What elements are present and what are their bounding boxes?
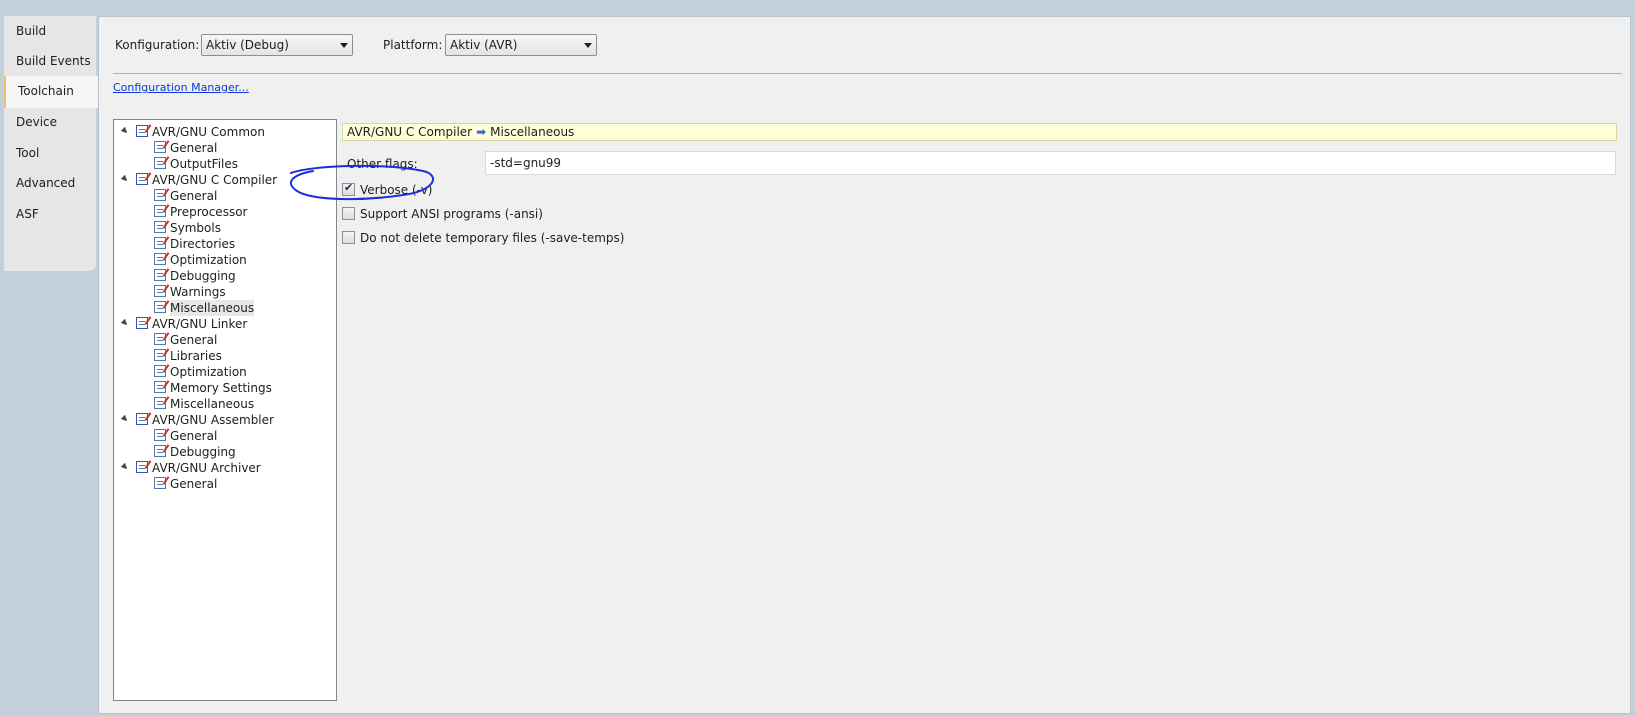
save-temps-checkbox[interactable] bbox=[342, 231, 355, 244]
platform-value: Aktiv (AVR) bbox=[450, 38, 518, 52]
configuration-dropdown[interactable]: Aktiv (Debug) bbox=[201, 34, 353, 56]
breadcrumb-current: Miscellaneous bbox=[490, 125, 575, 139]
tree-item-label: OutputFiles bbox=[170, 157, 239, 171]
tree-group-label: AVR/GNU C Compiler bbox=[152, 173, 278, 187]
tree-group-label: AVR/GNU Archiver bbox=[152, 461, 261, 475]
settings-page-icon bbox=[154, 429, 166, 441]
tree-item-label: Symbols bbox=[170, 221, 221, 235]
tree-item-label: Warnings bbox=[170, 285, 226, 299]
settings-page-icon bbox=[154, 301, 166, 313]
save-temps-label: Do not delete temporary files (-save-tem… bbox=[360, 231, 625, 245]
header-divider bbox=[113, 73, 1622, 74]
platform-label: Plattform: bbox=[383, 38, 443, 52]
tab-build[interactable]: Build bbox=[4, 16, 98, 48]
settings-page-icon bbox=[154, 285, 166, 297]
settings-page-icon bbox=[154, 189, 166, 201]
breadcrumb-parent: AVR/GNU C Compiler bbox=[347, 125, 473, 139]
chevron-down-icon bbox=[584, 43, 592, 48]
other-flags-input[interactable]: -std=gnu99 bbox=[485, 151, 1616, 175]
settings-page-icon bbox=[154, 477, 166, 489]
tree-item-label: General bbox=[170, 429, 218, 443]
annotation-circle bbox=[289, 164, 434, 201]
tab-tool[interactable]: Tool bbox=[4, 138, 98, 170]
tab-device[interactable]: Device bbox=[4, 107, 98, 139]
collapse-triangle-icon[interactable] bbox=[120, 318, 130, 328]
tree-item-label: Memory Settings bbox=[170, 381, 272, 395]
tab-asf[interactable]: ASF bbox=[4, 199, 98, 231]
tree-item-label: Debugging bbox=[170, 269, 236, 283]
settings-page-icon bbox=[154, 365, 166, 377]
tree-item-label: Optimization bbox=[170, 365, 247, 379]
tab-toolchain[interactable]: Toolchain bbox=[4, 76, 100, 108]
settings-page-icon bbox=[154, 221, 166, 233]
window-top-strip bbox=[0, 0, 1635, 16]
tree-item-label: Miscellaneous bbox=[170, 397, 255, 411]
other-flags-value: -std=gnu99 bbox=[490, 156, 562, 170]
tree-item-label: General bbox=[170, 189, 218, 203]
settings-page-icon bbox=[154, 445, 166, 457]
settings-page-icon bbox=[136, 413, 148, 425]
settings-page-icon bbox=[154, 269, 166, 281]
settings-page-icon bbox=[136, 125, 148, 137]
tree-item-label: General bbox=[170, 477, 218, 491]
ansi-label: Support ANSI programs (-ansi) bbox=[360, 207, 543, 221]
collapse-triangle-icon[interactable] bbox=[120, 414, 130, 424]
configuration-manager-link[interactable]: Configuration Manager... bbox=[113, 81, 249, 94]
tree-item-label: General bbox=[170, 141, 218, 155]
platform-dropdown[interactable]: Aktiv (AVR) bbox=[445, 34, 597, 56]
tree-group-label: AVR/GNU Assembler bbox=[152, 413, 274, 427]
settings-page-icon bbox=[154, 333, 166, 345]
tree-group-label: AVR/GNU Common bbox=[152, 125, 265, 139]
collapse-triangle-icon[interactable] bbox=[120, 462, 130, 472]
tree-item-label: Libraries bbox=[170, 349, 222, 363]
settings-page-icon bbox=[154, 381, 166, 393]
chevron-down-icon bbox=[340, 43, 348, 48]
settings-page-icon bbox=[154, 157, 166, 169]
settings-page-icon bbox=[136, 317, 148, 329]
ansi-checkbox[interactable] bbox=[342, 207, 355, 220]
configuration-label: Konfiguration: bbox=[115, 38, 200, 52]
tree-item-label: Miscellaneous bbox=[170, 300, 255, 316]
collapse-triangle-icon[interactable] bbox=[120, 174, 130, 184]
tree-item-label: Optimization bbox=[170, 253, 247, 267]
settings-page-icon bbox=[154, 141, 166, 153]
project-property-tabs: Build Build Events Toolchain Device Tool… bbox=[0, 16, 100, 716]
configuration-value: Aktiv (Debug) bbox=[206, 38, 289, 52]
toolchain-panel: Konfiguration: Aktiv (Debug) Plattform: … bbox=[98, 16, 1631, 714]
settings-tree: AVR/GNU Common General OutputFiles AVR/GNU … bbox=[113, 119, 337, 701]
tree-item-label: Debugging bbox=[170, 445, 236, 459]
tab-build-events[interactable]: Build Events bbox=[4, 46, 98, 78]
settings-page-icon bbox=[154, 237, 166, 249]
breadcrumb: AVR/GNU C Compiler ➡ Miscellaneous bbox=[342, 123, 1617, 141]
settings-page-icon bbox=[154, 253, 166, 265]
settings-page-icon bbox=[136, 173, 148, 185]
tree-item-label: Directories bbox=[170, 237, 236, 251]
tree-group-label: AVR/GNU Linker bbox=[152, 317, 248, 331]
collapse-triangle-icon[interactable] bbox=[120, 126, 130, 136]
tree-item-label: Preprocessor bbox=[170, 205, 248, 219]
settings-page-icon bbox=[136, 461, 148, 473]
tree-item-label: General bbox=[170, 333, 218, 347]
arrow-right-icon: ➡ bbox=[476, 125, 487, 139]
settings-page-icon bbox=[154, 397, 166, 409]
settings-page-icon bbox=[154, 205, 166, 217]
tab-advanced[interactable]: Advanced bbox=[4, 168, 98, 200]
settings-page-icon bbox=[154, 349, 166, 361]
